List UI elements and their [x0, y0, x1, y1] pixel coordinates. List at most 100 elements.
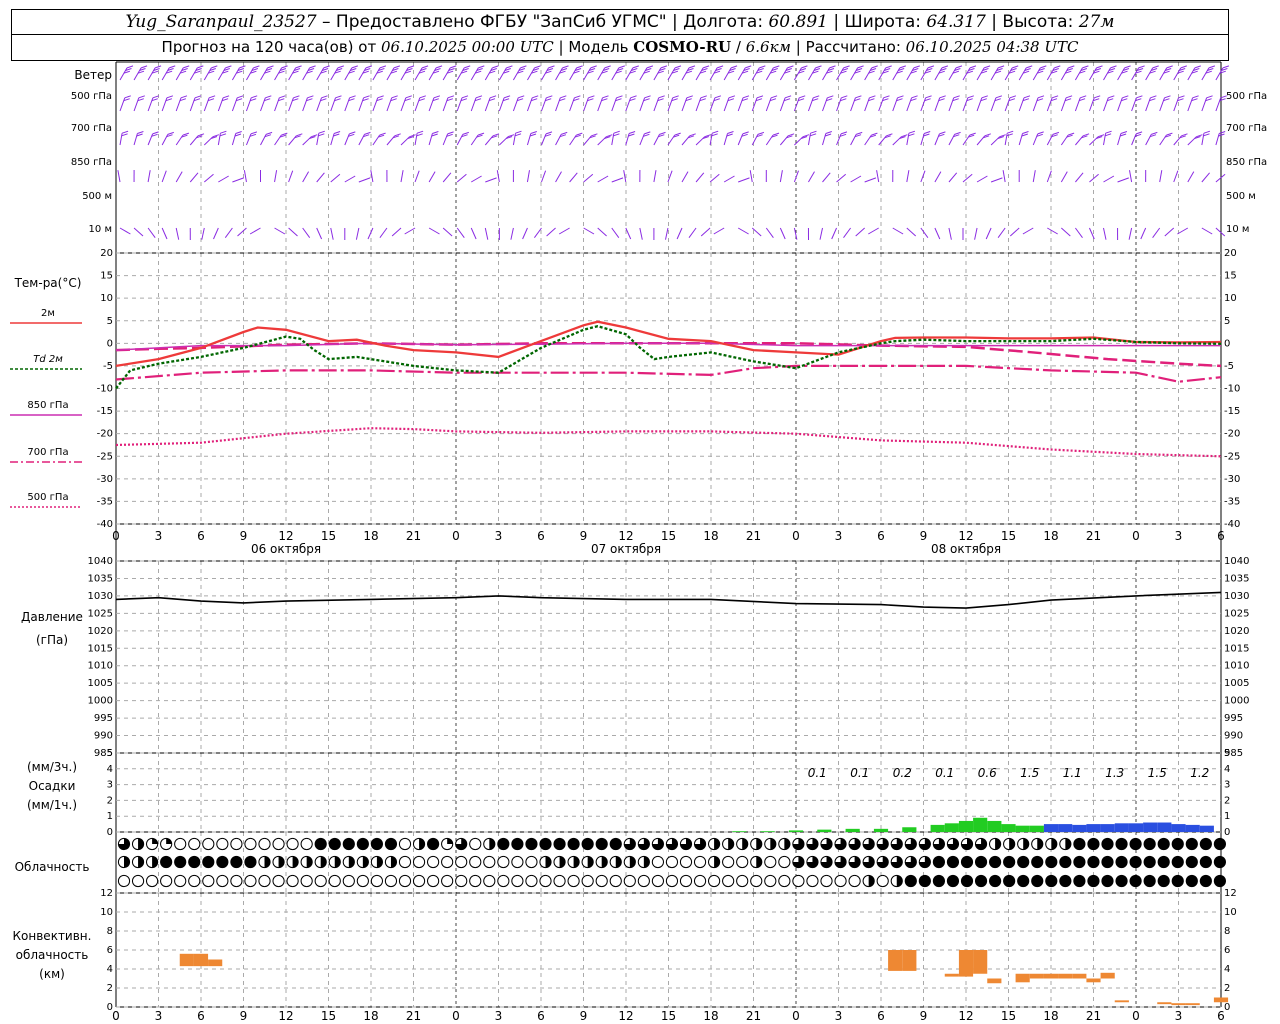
x-tick-bottom: 9 — [240, 1009, 248, 1023]
wind-barb-feather — [1219, 131, 1226, 134]
wind-barb-feather — [644, 131, 651, 135]
wind-barb-feather — [899, 65, 906, 69]
wind-barb — [1032, 133, 1039, 146]
cloud-fill — [138, 838, 144, 850]
precip-bar — [1199, 825, 1214, 832]
wind-barb-feather — [1164, 95, 1171, 99]
wind-barb — [217, 97, 224, 112]
wind-barb — [428, 133, 433, 146]
wind-barb — [807, 97, 814, 112]
cloud-fill — [1214, 875, 1226, 887]
wind-barb — [442, 67, 451, 81]
y-tick-left: -30 — [97, 474, 113, 485]
wind-barb — [1152, 227, 1161, 238]
x-tick-temp: 6 — [1217, 529, 1225, 543]
wind-barb — [203, 97, 210, 112]
cloud-circle — [244, 874, 257, 888]
wind-barb — [367, 227, 374, 240]
precip-title: Осадки — [29, 779, 76, 793]
cloud-fill — [1172, 875, 1184, 887]
x-tick-bottom: 18 — [1043, 1009, 1058, 1023]
y-tick-right: 10 — [1224, 293, 1237, 304]
wind-barb — [822, 133, 827, 146]
cloud-fill — [961, 856, 973, 868]
wind-barb-feather — [1194, 65, 1201, 69]
wind-barb-feather — [450, 65, 457, 69]
wind-barb — [639, 67, 648, 81]
wind-barb — [485, 177, 497, 183]
cloud-fill — [610, 838, 622, 850]
wind-barb — [667, 67, 676, 81]
wind-barb — [1074, 67, 1083, 81]
wind-barb — [695, 67, 704, 81]
cloud-circle — [609, 874, 622, 888]
wind-barb-feather — [927, 65, 935, 69]
cloud-circle — [708, 874, 721, 888]
wind-barb — [934, 133, 940, 146]
wind-barb-feather — [1022, 131, 1029, 134]
y-tick-right: 5 — [1224, 748, 1230, 759]
wind-barb — [161, 67, 170, 81]
wind-barb-feather — [799, 95, 806, 99]
wind-barb — [414, 170, 420, 183]
cloud-circle — [651, 855, 665, 869]
wind-barb-feather — [984, 133, 991, 137]
conv-title: Конвективн. — [13, 929, 92, 943]
y-tick-left: 10 — [100, 907, 113, 918]
wind-barb — [330, 227, 334, 240]
wind-barb — [119, 133, 123, 146]
conv-bar — [1157, 1002, 1172, 1005]
cloud-circle — [679, 874, 693, 888]
conv-bar — [208, 959, 223, 967]
wind-barb — [201, 227, 205, 240]
wind-barb-feather — [548, 65, 555, 69]
cloud-circle — [511, 874, 524, 888]
x-tick-bottom: 12 — [958, 1009, 973, 1023]
x-tick-temp: 9 — [920, 529, 928, 543]
cloud-circle — [384, 874, 398, 888]
wind-barb — [695, 172, 705, 183]
precip-bar — [1128, 823, 1144, 832]
cloud-fill — [216, 856, 228, 868]
wind-barb — [864, 67, 873, 81]
wind-barb-feather — [689, 133, 696, 137]
wind-barb — [1201, 97, 1208, 112]
wind-barb-feather — [855, 95, 862, 99]
wind-barb — [583, 97, 589, 112]
wind-barb — [470, 227, 477, 240]
x-tick-bottom: 15 — [661, 1009, 676, 1023]
wind-barb — [1103, 227, 1107, 240]
wind-barb — [948, 67, 957, 81]
precip-bar — [930, 824, 945, 832]
y-tick-right: 10 — [1224, 907, 1237, 918]
wind-barb-feather — [152, 131, 159, 135]
cloud-fill — [1101, 838, 1114, 850]
cloud-fill — [1115, 838, 1128, 850]
wind-barb — [920, 97, 927, 112]
wind-barb-feather — [967, 95, 974, 99]
cloud-fill — [1200, 856, 1212, 868]
wind-barb-feather — [1222, 65, 1230, 69]
wind-barb-feather — [757, 131, 765, 135]
wind-barb — [906, 67, 915, 81]
legend-label: 2м — [41, 308, 55, 319]
precip-3h-total: 0.2 — [893, 766, 912, 780]
cloud-fill — [756, 838, 762, 850]
cloud-circle — [398, 855, 412, 869]
y-tick-left: -20 — [97, 429, 113, 440]
wind-barb — [1004, 97, 1011, 112]
wind-barb — [1159, 97, 1165, 112]
x-tick-temp: 3 — [1175, 529, 1183, 543]
wind-barb — [224, 227, 233, 238]
wind-barb — [555, 97, 561, 112]
wind-barb-feather — [477, 132, 485, 136]
cloud-circle — [497, 855, 510, 869]
wind-barb-feather — [194, 95, 202, 99]
cloud-fill — [362, 856, 369, 868]
wind-barb — [231, 67, 240, 81]
cloud-fill — [989, 875, 1001, 887]
wind-barb — [681, 67, 690, 81]
wind-barb — [456, 173, 467, 183]
wind-barb — [302, 97, 308, 112]
wind-barb — [1173, 97, 1179, 112]
